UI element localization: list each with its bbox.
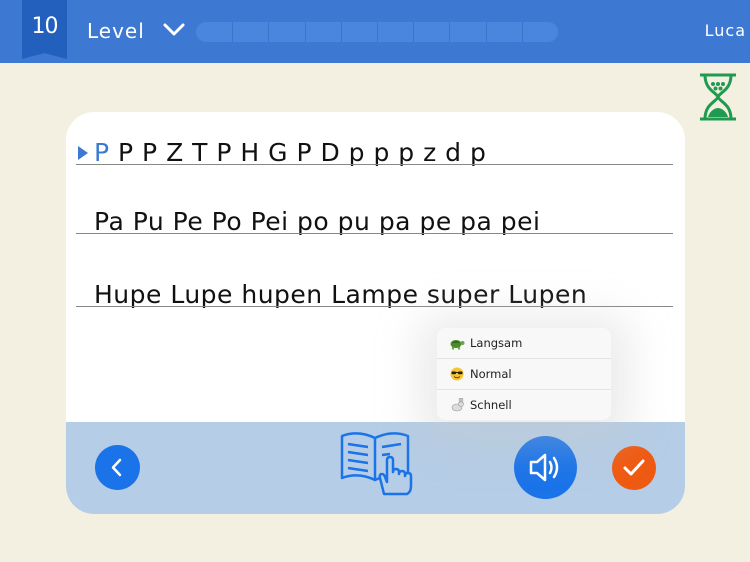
progress-segment-divider — [485, 22, 487, 42]
rabbit-icon — [449, 398, 465, 412]
back-button[interactable] — [95, 445, 140, 490]
speed-option-label: Langsam — [470, 336, 523, 350]
active-letter: P — [94, 138, 110, 167]
progress-segment-divider — [304, 22, 306, 42]
chevron-down-icon[interactable] — [162, 22, 186, 38]
progress-segment-divider — [521, 22, 523, 42]
reading-line-text[interactable]: P P P Z T P H G P D p p p z d p — [94, 138, 486, 167]
speed-option-label: Normal — [470, 367, 512, 381]
top-bar: 10 Level Luca — [0, 0, 750, 63]
read-aloud-button[interactable] — [338, 428, 414, 498]
checkmark-icon — [623, 459, 645, 476]
sunglasses-face-icon — [449, 367, 465, 381]
progress-segment-divider — [232, 22, 234, 42]
reading-line-text[interactable]: Pa Pu Pe Po Pei po pu pa pe pa pei — [94, 207, 540, 236]
hourglass-icon[interactable] — [698, 72, 738, 122]
book-pointer-icon — [340, 432, 413, 496]
line-rest: P P Z T P H G P D p p p z d p — [109, 138, 487, 167]
reading-line-text[interactable]: Hupe Lupe hupen Lampe super Lupen — [94, 280, 587, 309]
line-rule — [76, 233, 673, 234]
speed-option-slow[interactable]: Langsam — [437, 328, 611, 359]
progress-segment-divider — [268, 22, 270, 42]
confirm-button[interactable] — [612, 446, 656, 490]
progress-segment-divider — [377, 22, 378, 42]
cursor-arrow-icon — [78, 146, 88, 160]
progress-bar — [196, 22, 558, 42]
level-badge[interactable]: 10 — [22, 0, 67, 59]
speed-menu: Langsam Normal Schnell — [437, 328, 611, 420]
progress-segment-divider — [413, 22, 415, 42]
user-name[interactable]: Luca — [705, 21, 746, 40]
level-number: 10 — [31, 14, 59, 39]
progress-segment-divider — [449, 22, 451, 42]
audio-button[interactable] — [514, 436, 577, 499]
line-rule — [76, 306, 673, 307]
line-rule — [76, 164, 673, 165]
progress-segment-divider — [340, 22, 342, 42]
speaker-icon — [529, 453, 559, 482]
reading-line-1: P P P Z T P H G P D p p p z d p — [76, 121, 673, 167]
chevron-left-icon — [111, 458, 122, 477]
reading-card: P P P Z T P H G P D p p p z d p Pa Pu Pe… — [66, 112, 685, 514]
speed-option-fast[interactable]: Schnell — [437, 390, 611, 420]
speed-option-label: Schnell — [470, 398, 512, 412]
reading-line-3: Hupe Lupe hupen Lampe super Lupen — [76, 263, 673, 309]
level-label[interactable]: Level — [87, 19, 145, 43]
footer-bar — [66, 422, 685, 514]
speed-option-normal[interactable]: Normal — [437, 359, 611, 390]
reading-line-2: Pa Pu Pe Po Pei po pu pa pe pa pei — [76, 190, 673, 236]
turtle-icon — [449, 336, 465, 350]
